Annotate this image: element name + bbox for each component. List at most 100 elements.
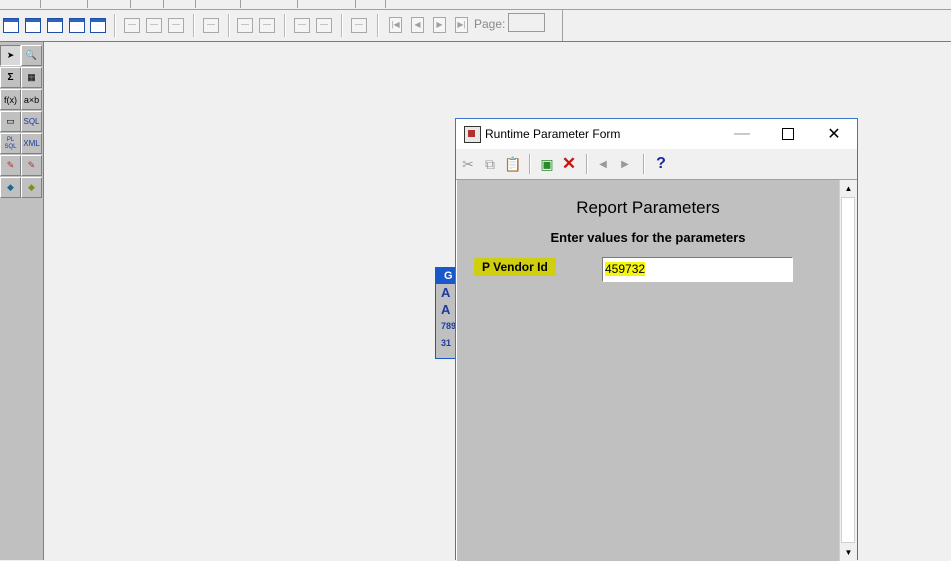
align-top-button[interactable] <box>122 15 142 35</box>
scroll-down-button[interactable]: ▼ <box>840 544 857 561</box>
web-source-button[interactable] <box>23 15 43 35</box>
toolbar-separator <box>114 14 116 37</box>
page-number-input[interactable] <box>508 13 545 32</box>
up-arrow-icon: ▲ <box>844 184 853 193</box>
help-button[interactable]: ? <box>651 154 671 174</box>
placeholder-column-button[interactable]: ▭ <box>0 111 21 132</box>
previous-page-icon: ◀ <box>599 158 607 170</box>
frame-move-icon <box>316 17 332 33</box>
down-arrow-icon: ▼ <box>844 548 853 557</box>
scroll-thumb[interactable] <box>841 197 855 543</box>
summary-column-button[interactable]: Σ <box>0 67 21 88</box>
toolbar-separator <box>341 14 343 37</box>
plsql-query-icon: PL SQL <box>4 136 17 150</box>
data-model-button[interactable] <box>1 15 21 35</box>
close-icon: ✕ <box>827 126 841 143</box>
align-bottom-button[interactable] <box>166 15 186 35</box>
group-icon <box>237 17 253 33</box>
run-report-button[interactable]: ▣ <box>537 154 557 174</box>
previous-page-icon[interactable]: ◀ <box>411 17 424 33</box>
maximize-button[interactable] <box>765 119 811 149</box>
next-page-icon[interactable]: ▶ <box>433 17 446 33</box>
next-page-button[interactable]: ▶ <box>615 154 635 174</box>
sigma-icon: Σ <box>7 72 14 83</box>
ungroup-button[interactable] <box>257 15 277 35</box>
cut-button[interactable]: ✂ <box>458 154 478 174</box>
paper-layout-button[interactable] <box>45 15 65 35</box>
paper-design-button[interactable] <box>67 15 87 35</box>
express-query-button[interactable]: ◆ <box>21 177 42 198</box>
dialog-toolbar-separator <box>529 154 531 174</box>
date-field-icon[interactable]: 31 <box>436 335 456 352</box>
align-center-button[interactable] <box>144 15 164 35</box>
red-x-icon: ✕ <box>561 154 577 173</box>
main-toolbar: |◀ ◀ ▶ ▶| Page: <box>0 10 951 42</box>
parameter-form-body: Report Parameters Enter values for the p… <box>457 180 839 561</box>
text-field-icon[interactable]: A <box>436 284 456 301</box>
formula-column-button[interactable]: f(x) <box>0 89 21 110</box>
web-source-icon <box>25 17 41 33</box>
select-tool-button[interactable]: ➤ <box>0 45 21 66</box>
bring-to-front-button[interactable] <box>201 15 221 35</box>
xml-query-button[interactable]: XML <box>21 133 42 154</box>
strip-separator <box>130 0 131 8</box>
strip-separator <box>355 0 356 8</box>
dialog-title-bar[interactable]: Runtime Parameter Form — ✕ <box>456 119 857 149</box>
group-button[interactable] <box>235 15 255 35</box>
strip-separator <box>297 0 298 8</box>
traffic-light-icon: ▣ <box>540 155 554 172</box>
text-query-button[interactable]: ✎ <box>21 155 42 176</box>
form-heading: Report Parameters <box>576 198 720 217</box>
strip-separator <box>40 0 41 8</box>
dialog-toolbar: ✂ ⧉ 📋 ▣ ✕ ◀ ▶ ? <box>456 149 857 180</box>
scroll-up-button[interactable]: ▲ <box>840 180 857 197</box>
previous-page-button[interactable]: ◀ <box>593 154 613 174</box>
cross-product-button[interactable]: a×b <box>21 89 42 110</box>
toolbar-separator <box>228 14 230 37</box>
toolbar-separator <box>284 14 286 37</box>
dialog-toolbar-separator <box>586 154 588 174</box>
vendor-id-label: P Vendor Id <box>474 258 556 276</box>
express-query-icon: ◆ <box>28 182 35 192</box>
last-page-icon[interactable]: ▶| <box>455 17 468 33</box>
ref-cursor-query-button[interactable]: ✎ <box>0 155 21 176</box>
field-palette-header: G <box>436 268 456 284</box>
frame-select-button[interactable] <box>292 15 312 35</box>
ungroup-icon <box>259 17 275 33</box>
ref-cursor-icon: ✎ <box>6 160 15 170</box>
vertical-scrollbar[interactable]: ▲ ▼ <box>839 180 857 561</box>
cancel-button[interactable]: ✕ <box>559 154 579 174</box>
toolbar-end-divider <box>562 10 563 41</box>
close-button[interactable]: ✕ <box>811 119 857 149</box>
first-page-icon[interactable]: |◀ <box>389 17 402 33</box>
copy-button[interactable]: ⧉ <box>480 154 500 174</box>
sql-query-button[interactable]: SQL <box>21 111 42 132</box>
scissors-icon: ✂ <box>462 155 474 172</box>
dialog-toolbar-separator <box>643 154 645 174</box>
align-center-icon <box>146 17 162 33</box>
jdbc-query-button[interactable]: ◆ <box>0 177 21 198</box>
frame-move-button[interactable] <box>314 15 334 35</box>
vendor-id-input[interactable]: 459732 <box>602 257 793 282</box>
parameter-form-button[interactable] <box>88 15 108 35</box>
jdbc-query-icon: ◆ <box>7 182 14 192</box>
copy-icon: ⧉ <box>485 155 495 172</box>
maximize-icon <box>782 128 794 140</box>
text-label-icon[interactable]: A <box>436 301 456 318</box>
select-parent-button[interactable] <box>349 15 369 35</box>
paper-design-icon <box>69 17 85 33</box>
xml-query-icon: XML <box>23 139 40 148</box>
strip-separator <box>163 0 164 8</box>
minimize-button[interactable]: — <box>719 119 765 149</box>
page-label: Page: <box>474 17 506 31</box>
runtime-parameter-dialog: Runtime Parameter Form — ✕ ✂ ⧉ 📋 ▣ ✕ ◀ ▶… <box>455 118 858 561</box>
next-page-icon: ▶ <box>621 158 629 170</box>
paste-button[interactable]: 📋 <box>503 154 523 174</box>
magnify-tool-button[interactable]: 🔍 <box>21 45 42 66</box>
frame-select-icon <box>294 17 310 33</box>
data-link-button[interactable]: ▦ <box>21 67 42 88</box>
report-app-icon <box>464 126 481 143</box>
number-field-icon[interactable]: 789 <box>436 318 456 335</box>
plsql-query-button[interactable]: PL SQL <box>0 133 21 154</box>
clipboard-icon: 📋 <box>504 155 522 172</box>
